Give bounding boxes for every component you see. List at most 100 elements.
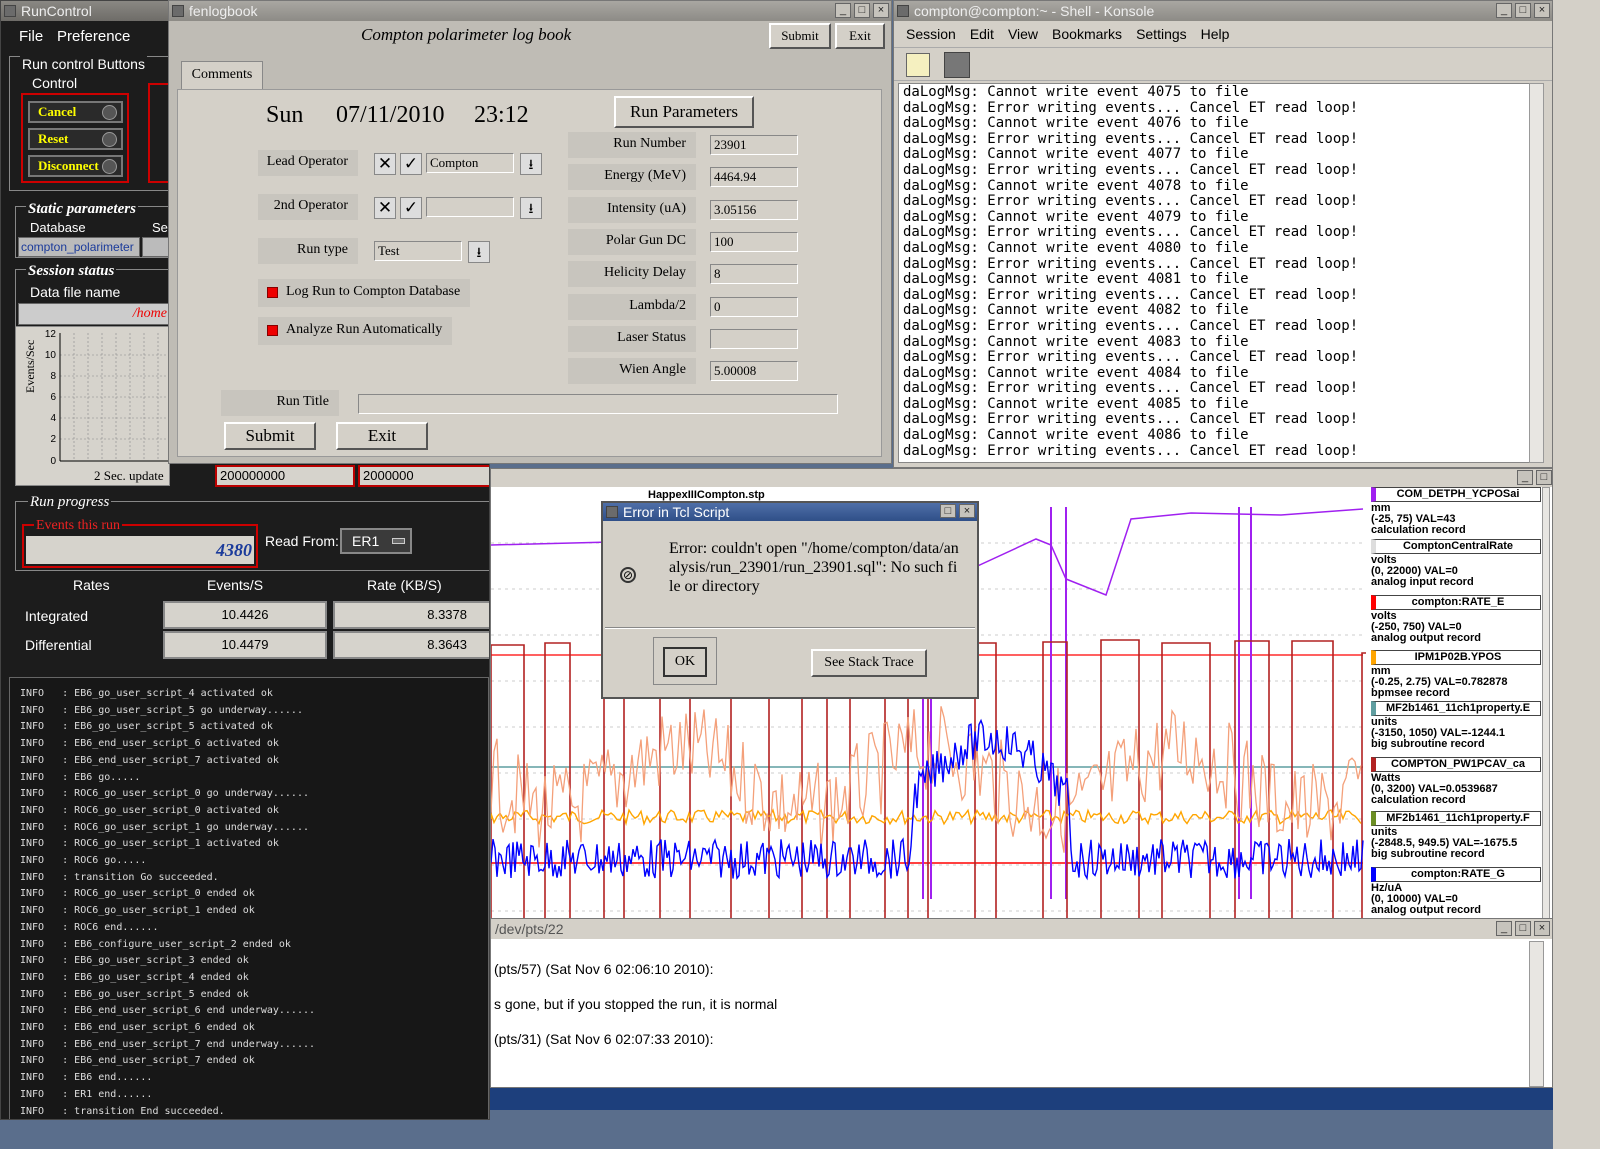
terminal-line: (pts/57) (Sat Nov 6 02:06:10 2010):	[494, 961, 714, 977]
signal-entry[interactable]: COMPTON_PW1PCAV_ca Watts (0, 3200) VAL=0.0…	[1367, 757, 1541, 809]
konsole-scrollbar[interactable]	[1529, 83, 1544, 463]
param-value[interactable]: 8	[710, 264, 798, 285]
close-icon[interactable]: ×	[873, 3, 889, 18]
logbook-titlebar[interactable]: fenlogbook _ □ ×	[169, 1, 891, 21]
minimize-icon[interactable]: _	[1496, 3, 1512, 18]
second-clear-icon[interactable]: ✕	[374, 197, 396, 219]
update-label: 2 Sec. update	[94, 468, 164, 483]
window-menu-icon[interactable]	[172, 5, 184, 17]
disconnect-button[interactable]: Disconnect	[28, 155, 123, 177]
konsole-line: daLogMsg: Cannot write event 4077 to fil…	[903, 146, 1249, 163]
run-type-field[interactable]: Test	[374, 241, 462, 261]
signal-entry[interactable]: ComptonCentralRate volts (0, 22000) VAL=0 a…	[1367, 539, 1541, 591]
data-file-field[interactable]: /home	[18, 303, 170, 325]
menu-preference[interactable]: Preference	[57, 28, 130, 45]
param-label: Run Number	[568, 132, 696, 158]
signal-entry[interactable]: MF2b1461_11ch1property.E units (-3150, 105…	[1367, 701, 1541, 753]
run-parameters-button[interactable]: Run Parameters	[614, 96, 754, 128]
konsole-output[interactable]: daLogMsg: Cannot write event 4075 to fil…	[898, 83, 1530, 463]
second-operator-field[interactable]	[426, 197, 514, 217]
error-dialog-titlebar[interactable]: Error in Tcl Script □ ×	[603, 503, 977, 521]
terminal-sessions-icon[interactable]	[944, 52, 970, 78]
maximize-icon[interactable]: □	[1515, 3, 1531, 18]
param-value[interactable]	[710, 328, 798, 349]
konsole-line: daLogMsg: Cannot write event 4078 to fil…	[903, 177, 1249, 194]
limit-field-2[interactable]: 2000000	[358, 465, 489, 487]
signal-entry[interactable]: IPM1P02B.YPOS mm (-0.25, 2.75) VAL=0.78287…	[1367, 650, 1541, 702]
signal-entry[interactable]: MF2b1461_11ch1property.F units (-2848.5, 9…	[1367, 811, 1541, 863]
close-icon[interactable]: ×	[959, 504, 975, 518]
second-dropdown-icon[interactable]: ⭳	[520, 197, 542, 219]
cancel-button[interactable]: Cancel	[28, 101, 123, 123]
tab-comments[interactable]: Comments	[181, 61, 263, 89]
ok-button[interactable]: OK	[663, 647, 707, 677]
menu-bookmarks[interactable]: Bookmarks	[1052, 23, 1122, 45]
log-line: INFO : transition End succeeded.	[20, 1105, 225, 1117]
log-line: INFO : EB6_end_user_script_7 ended ok	[20, 1055, 255, 1067]
window-menu-icon[interactable]	[4, 5, 16, 17]
maximize-icon[interactable]: □	[1536, 470, 1552, 485]
limit-field-1[interactable]: 200000000	[215, 465, 355, 487]
window-menu-icon[interactable]	[606, 506, 618, 518]
log-line: INFO : EB6 end......	[20, 1072, 153, 1084]
read-from-select[interactable]: ER1	[340, 528, 412, 554]
signal-entry[interactable]: compton:RATE_G Hz/uA (0, 10000) VAL=0 analo…	[1367, 867, 1541, 919]
minimize-icon[interactable]: _	[835, 3, 851, 18]
menu-settings[interactable]: Settings	[1136, 23, 1187, 45]
log-area[interactable]: INFO : EB6_go_user_script_4 activated ok…	[9, 677, 489, 1119]
log-line: INFO : EB6_end_user_script_6 end underwa…	[20, 1005, 316, 1017]
error-message: Error: couldn't open "/home/compton/data…	[669, 540, 959, 595]
signal-entry[interactable]: compton:RATE_E volts (-250, 750) VAL=0 anal…	[1367, 595, 1541, 647]
param-value[interactable]: 23901	[710, 135, 798, 155]
analyze-checkbox[interactable]: Analyze Run Automatically	[258, 317, 452, 345]
menu-help[interactable]: Help	[1201, 23, 1230, 45]
close-icon[interactable]: ×	[1534, 3, 1550, 18]
param-value[interactable]: 5.00008	[710, 361, 798, 382]
database-field[interactable]: compton_polarimeter	[18, 237, 140, 257]
log-run-checkbox[interactable]: Log Run to Compton Database	[258, 279, 470, 307]
lead-operator-field[interactable]: Compton	[426, 153, 514, 173]
exit-top-button[interactable]: Exit	[835, 23, 885, 49]
param-value[interactable]: 0	[710, 296, 798, 317]
new-session-icon[interactable]	[906, 53, 930, 77]
error-icon: ⊘	[620, 567, 636, 583]
ytick: 12	[45, 329, 57, 340]
menu-view[interactable]: View	[1008, 23, 1038, 45]
konsole-line: daLogMsg: Error writing events... Cancel…	[903, 411, 1359, 428]
run-title-field[interactable]	[358, 394, 838, 414]
maximize-icon[interactable]: □	[1515, 921, 1531, 936]
konsole-titlebar[interactable]: compton@compton:~ - Shell - Konsole _ □ ×	[894, 1, 1552, 21]
lead-check-icon[interactable]: ✓	[400, 153, 422, 175]
maximize-icon[interactable]: □	[940, 504, 956, 518]
menu-edit[interactable]: Edit	[970, 23, 994, 45]
log-line: INFO : EB6_go_user_script_4 ended ok	[20, 971, 249, 983]
close-icon[interactable]: ×	[1534, 921, 1550, 936]
lead-dropdown-icon[interactable]: ⭳	[520, 153, 542, 175]
maximize-icon[interactable]: □	[854, 3, 870, 18]
second-check-icon[interactable]: ✓	[400, 197, 422, 219]
menu-session[interactable]: Session	[906, 23, 956, 45]
log-line: INFO : ROC6_go_user_script_1 activated o…	[20, 838, 279, 850]
lead-clear-icon[interactable]: ✕	[374, 153, 396, 175]
submit-button[interactable]: Submit	[224, 422, 316, 450]
stripchart-titlebar[interactable]: _ □	[491, 469, 1552, 487]
terminal-scrollbar[interactable]	[1529, 941, 1544, 1087]
exit-button[interactable]: Exit	[336, 422, 428, 450]
run-type-dropdown-icon[interactable]: ⭳	[468, 241, 490, 263]
minimize-icon[interactable]: _	[1517, 470, 1533, 485]
menu-file[interactable]: File	[19, 28, 43, 45]
param-value[interactable]: 3.05156	[710, 199, 798, 220]
submit-top-button[interactable]: Submit	[769, 23, 831, 49]
reset-button[interactable]: Reset	[28, 128, 123, 150]
param-value[interactable]: 100	[710, 231, 798, 252]
signal-entry[interactable]: COM_DETPH_YCPOSai mm (-25, 75) VAL=43 calcu…	[1367, 487, 1541, 539]
param-value[interactable]: 4464.94	[710, 167, 798, 188]
run-progress-title: Run progress	[28, 494, 112, 511]
minimize-icon[interactable]: _	[1496, 921, 1512, 936]
terminal-output[interactable]: (pts/57) (Sat Nov 6 02:06:10 2010): s go…	[491, 941, 1531, 1087]
terminal-titlebar[interactable]: /dev/pts/22 _ □ ×	[491, 919, 1552, 939]
see-stack-trace-button[interactable]: See Stack Trace	[811, 649, 927, 677]
session-status-group: Session status Data file name /home	[15, 263, 170, 327]
logbook-heading: Compton polarimeter log book	[361, 25, 572, 44]
stripchart-scrollbar[interactable]	[1542, 487, 1550, 919]
